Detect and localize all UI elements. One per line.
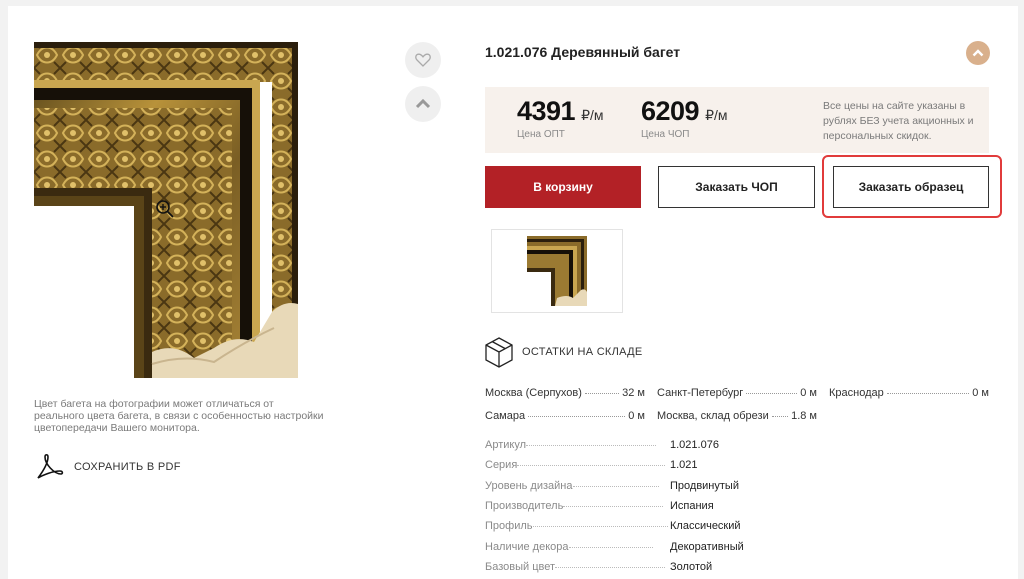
spec-value: Декоративный xyxy=(670,541,744,553)
add-to-cart-button[interactable]: В корзину xyxy=(485,166,641,208)
price-note: Все цены на сайте указаны в рублях БЕЗ у… xyxy=(823,100,974,142)
order-chop-button[interactable]: Заказать ЧОП xyxy=(658,166,815,208)
stock-city: Краснодар xyxy=(829,387,884,399)
price-box: 4391 ₽/м Цена ОПТ 6209 ₽/м Цена ЧОП Все це… xyxy=(485,87,989,153)
box-icon xyxy=(485,337,513,368)
price-wholesale-label: Цена ОПТ xyxy=(517,129,565,140)
price-wholesale: 4391 ₽/м Цена ОПТ xyxy=(517,96,604,140)
product-title: 1.021.076 Деревянный багет xyxy=(485,44,681,60)
chevron-up-icon xyxy=(415,99,431,109)
spec-value: Продвинутый xyxy=(670,480,739,492)
price-retail: 6209 ₽/м Цена ЧОП xyxy=(641,96,728,140)
spec-key: Наличие декора xyxy=(485,541,569,553)
price-retail-value: 6209 xyxy=(641,96,700,126)
stock-qty: 0 м xyxy=(972,387,989,399)
spec-value: Золотой xyxy=(670,561,713,573)
stock-qty: 0 м xyxy=(800,387,817,399)
scroll-up-button[interactable] xyxy=(405,86,441,122)
spec-row: Производитель Испания xyxy=(485,500,785,512)
stock-item: Санкт-Петербург 0 м xyxy=(657,387,817,399)
photo-color-note: Цвет багета на фотографии может отличать… xyxy=(34,398,324,434)
price-wholesale-value: 4391 xyxy=(517,96,576,126)
spec-key: Производитель xyxy=(485,500,564,512)
price-retail-label: Цена ЧОП xyxy=(641,129,690,140)
stock-item: Самара 0 м xyxy=(485,410,645,422)
spec-value: 1.021.076 xyxy=(670,439,719,451)
favorite-button[interactable] xyxy=(405,42,441,78)
spec-key: Профиль xyxy=(485,520,533,532)
spec-row: Наличие декора Декоративный xyxy=(485,541,785,553)
spec-row: Артикул 1.021.076 xyxy=(485,439,785,451)
stock-qty: 0 м xyxy=(628,410,645,422)
spec-row: Профиль Классический xyxy=(485,520,785,532)
heart-icon xyxy=(415,53,431,67)
stock-item: Москва, склад обрези 1.8 м xyxy=(657,410,817,422)
spec-value: Классический xyxy=(670,520,741,532)
thumbnail-image xyxy=(527,236,587,306)
stock-heading: ОСТАТКИ НА СКЛАДЕ xyxy=(484,336,643,368)
spec-row: Серия 1.021 xyxy=(485,459,785,471)
save-pdf-link[interactable]: СОХРАНИТЬ В PDF xyxy=(34,452,181,482)
spec-key: Базовый цвет xyxy=(485,561,556,573)
save-pdf-label: СОХРАНИТЬ В PDF xyxy=(74,461,181,473)
zoom-in-icon[interactable] xyxy=(154,198,176,220)
stock-city: Самара xyxy=(485,410,526,422)
spec-row: Уровень дизайна Продвинутый xyxy=(485,480,785,492)
collapse-button[interactable] xyxy=(966,41,990,65)
stock-heading-label: ОСТАТКИ НА СКЛАДЕ xyxy=(522,346,643,358)
stock-item: Москва (Серпухов) 32 м xyxy=(485,387,645,399)
spec-key: Артикул xyxy=(485,439,527,451)
stock-item: Краснодар 0 м xyxy=(829,387,989,399)
stock-city: Москва (Серпухов) xyxy=(485,387,582,399)
spec-key: Серия xyxy=(485,459,518,471)
stock-qty: 32 м xyxy=(622,387,645,399)
price-wholesale-unit: ₽/м xyxy=(581,107,604,123)
spec-row: Базовый цвет Золотой xyxy=(485,561,785,573)
sample-highlight-box xyxy=(822,155,1002,218)
acrobat-icon xyxy=(37,453,64,479)
price-retail-unit: ₽/м xyxy=(705,107,728,123)
spec-value: Испания xyxy=(670,500,714,512)
stock-city: Санкт-Петербург xyxy=(657,387,744,399)
product-thumbnail[interactable] xyxy=(491,229,623,313)
stock-qty: 1.8 м xyxy=(791,410,817,422)
chevron-up-icon xyxy=(972,49,984,57)
spec-key: Уровень дизайна xyxy=(485,480,573,492)
spec-value: 1.021 xyxy=(670,459,698,471)
stock-city: Москва, склад обрези xyxy=(657,410,769,422)
